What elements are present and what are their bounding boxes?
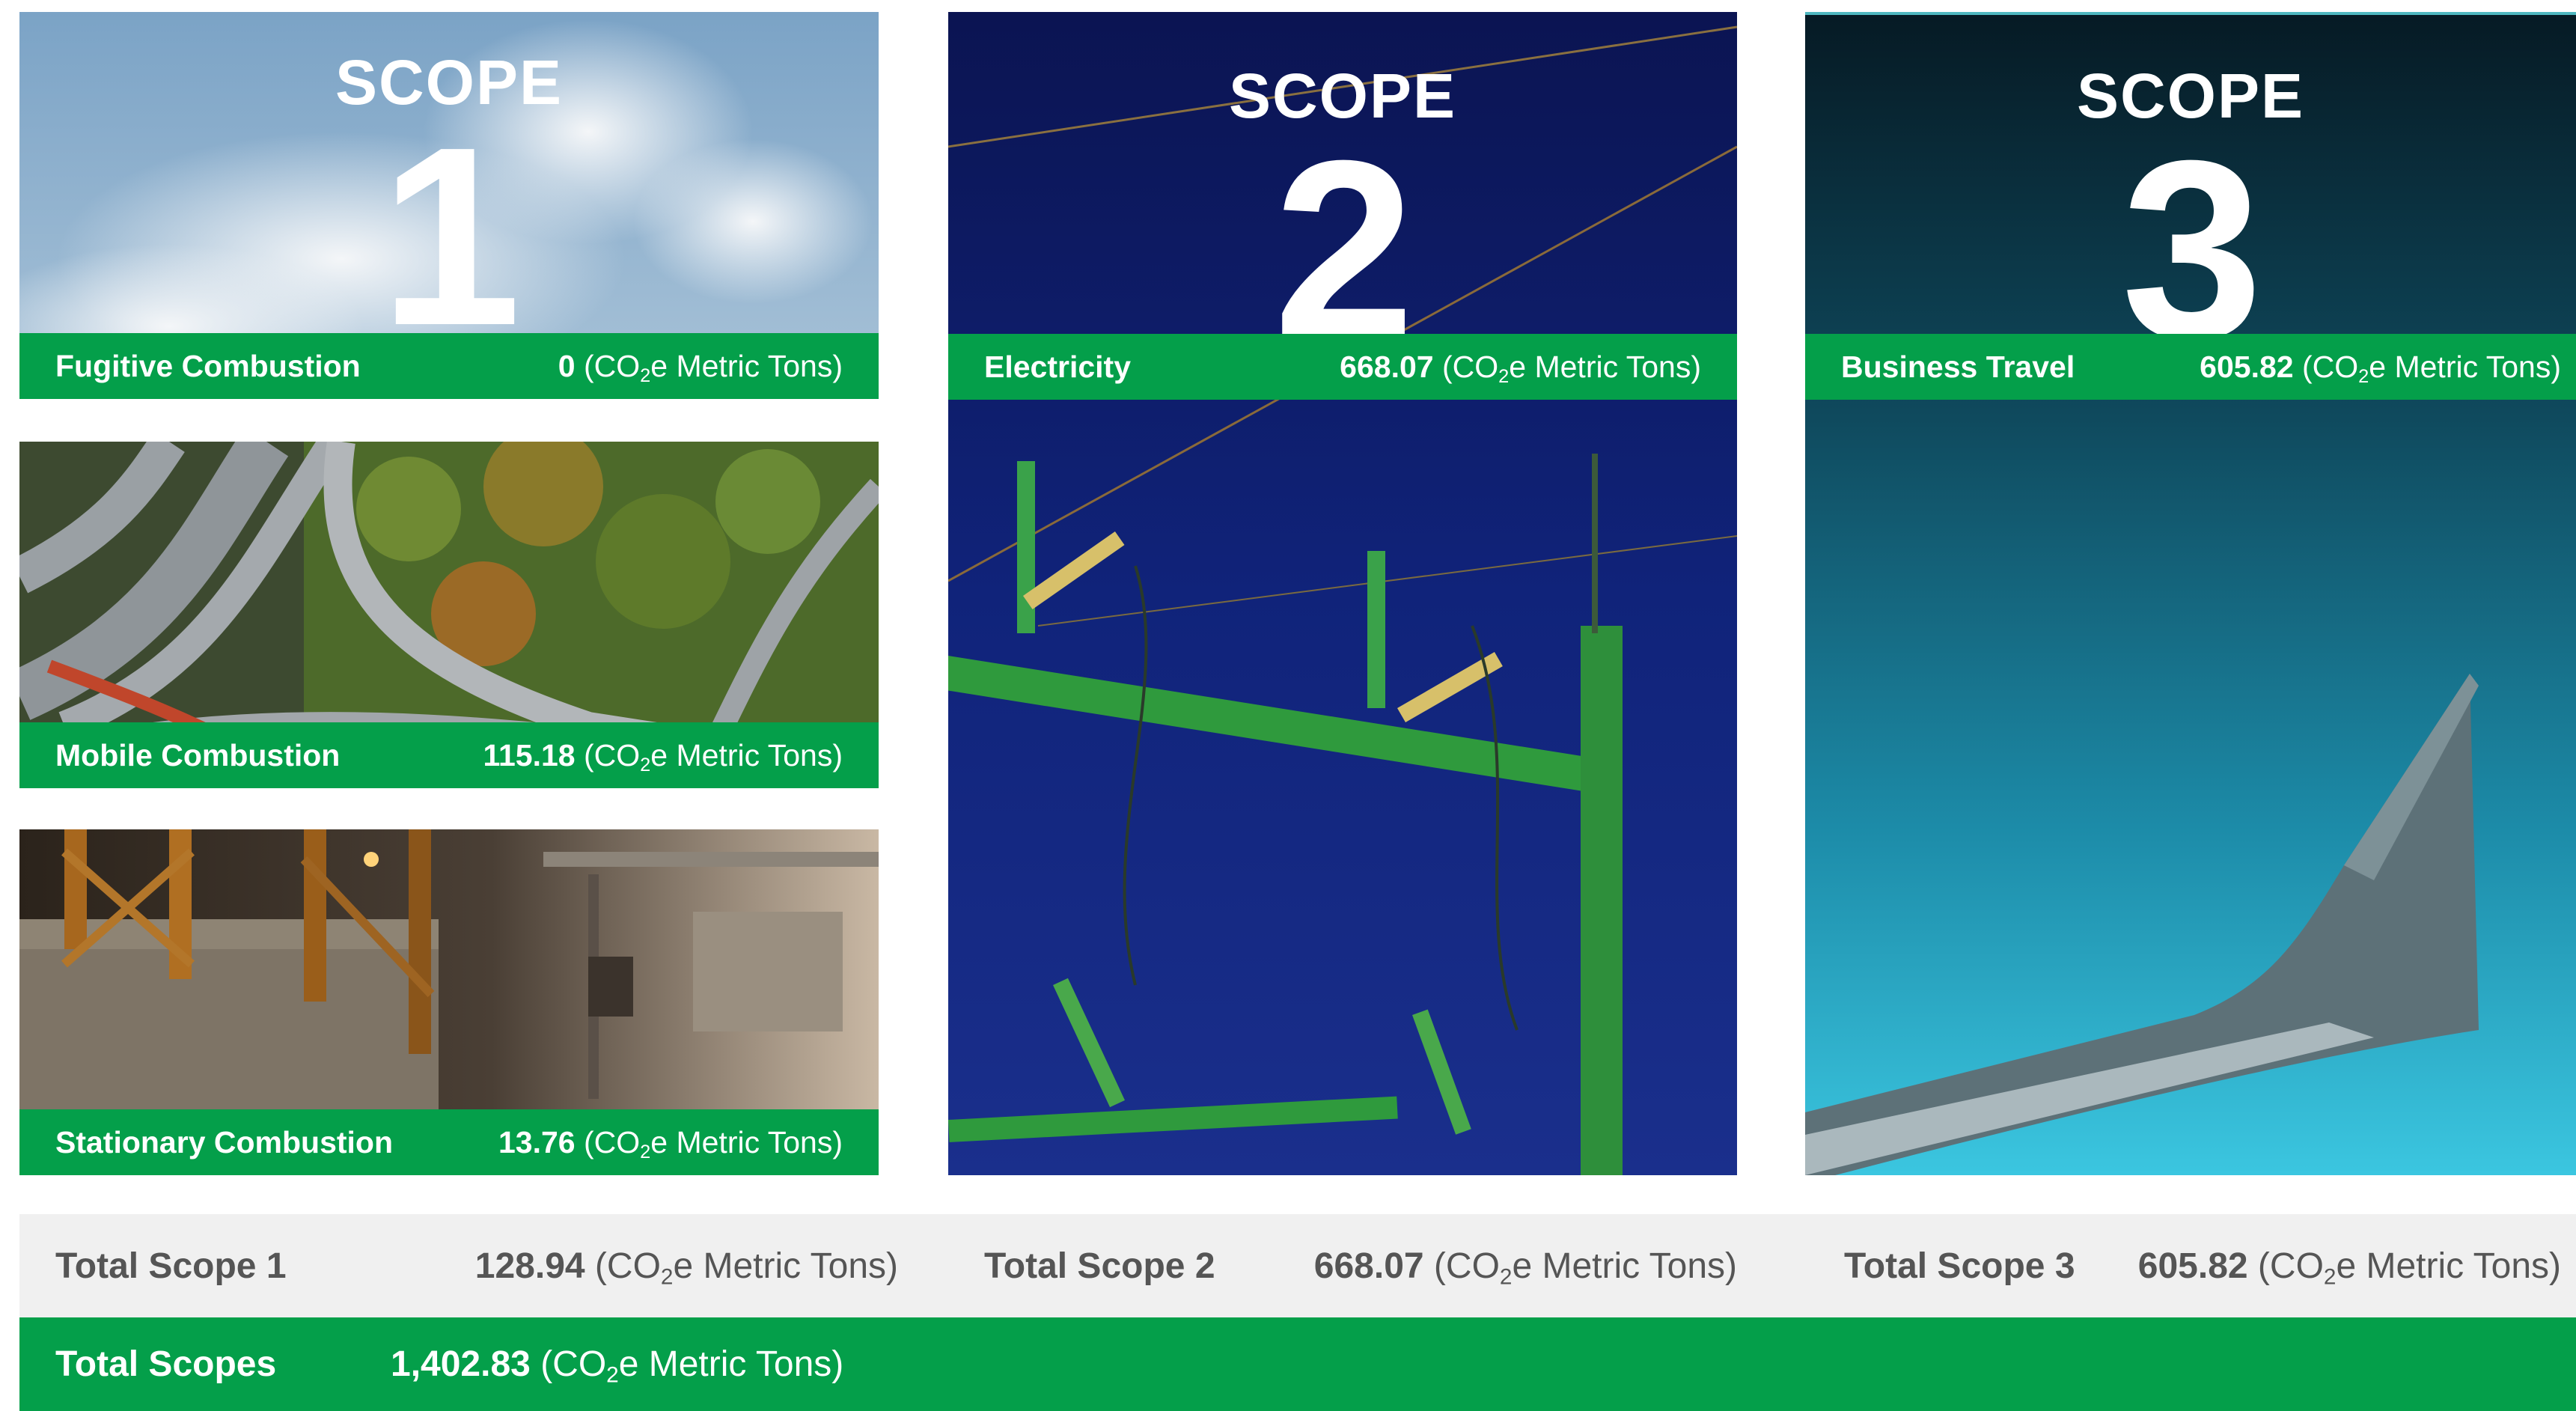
fugitive-combustion-bar: Fugitive Combustion 0 (CO2e Metric Tons) [19, 333, 879, 399]
unit-label: (CO2e Metric Tons) [2301, 349, 2561, 387]
fugitive-combustion-value: 0 (CO2e Metric Tons) [558, 348, 843, 386]
unit-label: (CO2e Metric Tons) [540, 1344, 844, 1388]
total-scopes-label: Total Scopes [55, 1344, 277, 1384]
fugitive-combustion-label: Fugitive Combustion [55, 348, 361, 383]
unit-label: (CO2e Metric Tons) [594, 1246, 898, 1289]
unit-label: (CO2e Metric Tons) [1433, 1246, 1737, 1289]
stationary-combustion-value: 13.76 (CO2e Metric Tons) [498, 1124, 843, 1162]
total-scope2: Total Scope 2 668.07 (CO2e Metric Tons) [984, 1214, 1737, 1317]
scope2-tile: SCOPE 2 Electricity 668.07 (CO2e Metric … [948, 12, 1737, 1175]
total-scope3-label: Total Scope 3 [1844, 1246, 2075, 1286]
unit-label: (CO2e Metric Tons) [583, 348, 843, 386]
scope1-fugitive-tile: SCOPE 1 Fugitive Combustion 0 (CO2e Metr… [19, 12, 879, 399]
scope2-heading: SCOPE 2 [948, 64, 1737, 377]
mobile-combustion-value: 115.18 (CO2e Metric Tons) [483, 737, 843, 775]
stationary-combustion-label: Stationary Combustion [55, 1124, 394, 1159]
unit-label: (CO2e Metric Tons) [2257, 1246, 2561, 1289]
mobile-combustion-label: Mobile Combustion [55, 737, 341, 772]
scope1-stationary-tile: Stationary Combustion 13.76 (CO2e Metric… [19, 829, 879, 1175]
electricity-label: Electricity [984, 349, 1131, 384]
total-scope1-label: Total Scope 1 [55, 1246, 287, 1286]
unit-label: (CO2e Metric Tons) [583, 737, 843, 775]
scope1-number: 1 [379, 94, 521, 379]
total-scope2-value: 668.07 (CO2e Metric Tons) [1313, 1246, 1737, 1289]
total-scopes-value: 1,402.83 (CO2e Metric Tons) [391, 1344, 844, 1388]
scope3-tile: SCOPE 3 Business Travel 605.82 (CO2e Met… [1805, 12, 2576, 1175]
mobile-combustion-bar: Mobile Combustion 115.18 (CO2e Metric To… [19, 722, 879, 788]
stationary-combustion-bar: Stationary Combustion 13.76 (CO2e Metric… [19, 1109, 879, 1175]
total-scope3-value: 605.82 (CO2e Metric Tons) [2137, 1246, 2561, 1289]
unit-label: (CO2e Metric Tons) [583, 1124, 843, 1162]
scope3-heading: SCOPE 3 [1805, 64, 2576, 377]
unit-label: (CO2e Metric Tons) [1441, 349, 1701, 387]
scope1-mobile-tile: Mobile Combustion 115.18 (CO2e Metric To… [19, 442, 879, 788]
electricity-bar: Electricity 668.07 (CO2e Metric Tons) [948, 334, 1737, 400]
business-travel-bar: Business Travel 605.82 (CO2e Metric Tons… [1805, 334, 2576, 400]
scope1-heading: SCOPE 1 [19, 51, 879, 364]
scope-totals-row: Total Scope 1 128.94 (CO2e Metric Tons) … [19, 1214, 2576, 1317]
business-travel-label: Business Travel [1841, 349, 2075, 384]
business-travel-value: 605.82 (CO2e Metric Tons) [2200, 349, 2561, 387]
total-scope3: Total Scope 3 605.82 (CO2e Metric Tons) [1844, 1214, 2576, 1317]
electricity-value: 668.07 (CO2e Metric Tons) [1340, 349, 1701, 387]
total-scope1-value: 128.94 (CO2e Metric Tons) [474, 1246, 898, 1289]
total-scopes-bar: Total Scopes 1,402.83 (CO2e Metric Tons) [19, 1317, 2576, 1411]
total-scope2-label: Total Scope 2 [984, 1246, 1215, 1286]
total-scope1: Total Scope 1 128.94 (CO2e Metric Tons) [55, 1214, 898, 1317]
